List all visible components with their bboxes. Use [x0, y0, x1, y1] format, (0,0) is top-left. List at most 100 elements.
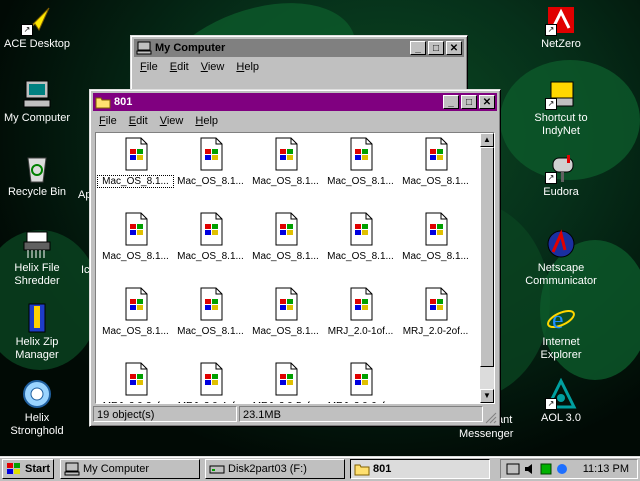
task-button-801[interactable]: 801 [350, 459, 490, 479]
my-computer-icon [64, 462, 80, 476]
file-item[interactable]: Mac_OS_8.1... [323, 137, 398, 187]
menu-help[interactable]: Help [230, 61, 265, 73]
aol-icon: ↗ [545, 377, 577, 410]
file-item[interactable]: Mac_OS_8.1... [98, 287, 173, 337]
file-name: MRJ_2.0-5of... [248, 401, 323, 403]
desktop-icon-ie[interactable]: e Internet Explorer [522, 302, 600, 362]
stronghold-icon [21, 378, 53, 410]
desktop-icon-stronghold[interactable]: Helix Stronghold [0, 378, 76, 438]
menu-help[interactable]: Help [189, 115, 224, 127]
menu-edit[interactable]: Edit [123, 115, 154, 127]
desktop-icon-eudora[interactable]: ↗ Eudora [522, 152, 600, 199]
system-tray: 11:13 PM [500, 459, 638, 479]
desktop: ↗ ACE Desktop My Computer Recycle Bin He… [0, 0, 640, 456]
menu-view[interactable]: View [195, 61, 231, 73]
desktop-icon-aol[interactable]: ↗ AOL 3.0 [522, 377, 600, 425]
desktop-icon-recycle-bin[interactable]: Recycle Bin [0, 152, 76, 199]
vertical-scrollbar[interactable]: ▲ ▼ [480, 133, 494, 403]
file-view[interactable]: Mac_OS_8.1... Mac_OS_8.1... Mac_OS_8.1... M… [95, 132, 495, 404]
desktop-icon-indynet[interactable]: ↗ Shortcut to IndyNet [522, 78, 600, 138]
file-item[interactable]: Mac_OS_8.1... [98, 212, 173, 262]
file-name: Mac_OS_8.1... [402, 176, 469, 187]
file-name: MRJ_2.0-3of... [98, 401, 173, 403]
desktop-icon-netscape[interactable]: Netscape Communicator [522, 228, 600, 288]
file-item[interactable]: Mac_OS_8.1... [97, 137, 174, 188]
installer-file-icon [350, 212, 372, 246]
installer-file-icon [425, 287, 447, 321]
start-button[interactable]: Start [2, 459, 54, 479]
installer-file-icon [125, 137, 147, 171]
folder-icon [95, 97, 111, 109]
file-name: Mac_OS_8.1... [252, 251, 319, 262]
menu-view[interactable]: View [154, 115, 190, 127]
close-button[interactable]: ✕ [479, 95, 495, 109]
start-label: Start [25, 463, 51, 475]
file-item[interactable]: Mac_OS_8.1... [398, 137, 473, 187]
partial-desktop-label: Messenger [459, 428, 514, 440]
close-button[interactable]: ✕ [446, 41, 462, 55]
clock[interactable]: 11:13 PM [583, 463, 629, 475]
file-item[interactable]: Mac_OS_8.1... [173, 137, 248, 187]
file-item[interactable]: MRJ_2.0-2of... [398, 287, 473, 337]
menu-edit[interactable]: Edit [164, 61, 195, 73]
scroll-up-button[interactable]: ▲ [480, 133, 494, 147]
file-name: Mac_OS_8.1... [252, 326, 319, 337]
installer-file-icon [425, 137, 447, 171]
file-item[interactable]: MRJ_2.0-1of... [323, 287, 398, 337]
scroll-thumb[interactable] [480, 147, 494, 367]
task-button-my-computer[interactable]: My Computer [60, 459, 200, 479]
file-item[interactable]: Mac_OS_8.1... [248, 212, 323, 262]
file-item[interactable]: Mac_OS_8.1... [248, 287, 323, 337]
installer-file-icon [125, 362, 147, 396]
installer-file-icon [200, 212, 222, 246]
desktop-icon-netzero[interactable]: ↗ NetZero [522, 4, 600, 51]
network-icon[interactable] [505, 462, 521, 476]
file-item[interactable]: Mac_OS_8.1... [323, 212, 398, 262]
desktop-icon-ace[interactable]: ↗ ACE Desktop [0, 4, 76, 51]
file-name: Mac_OS_8.1... [327, 251, 394, 262]
file-item[interactable]: MRJ_2.0-3of... [98, 362, 173, 403]
task-label: My Computer [83, 463, 150, 475]
installer-file-icon [125, 287, 147, 321]
desktop-icon-label: NetZero [541, 38, 581, 50]
installer-file-icon [350, 287, 372, 321]
file-name: Mac_OS_8.1... [97, 175, 174, 188]
file-item[interactable]: MRJ_2.0-5of... [248, 362, 323, 403]
minimize-button[interactable]: _ [410, 41, 426, 55]
menu-bar: File Edit View Help [93, 112, 497, 130]
maximize-button[interactable]: □ [461, 95, 477, 109]
file-name: Mac_OS_8.1... [327, 176, 394, 187]
installer-file-icon [275, 137, 297, 171]
desktop-icon-zip-manager[interactable]: Helix Zip Manager [0, 302, 76, 362]
installer-file-icon [275, 212, 297, 246]
file-item[interactable]: Mac_OS_8.1... [248, 137, 323, 187]
resize-grip-icon[interactable] [485, 412, 497, 424]
installer-file-icon [200, 137, 222, 171]
window-801[interactable]: 801 _ □ ✕ File Edit View Help Mac_OS_8.1… [89, 89, 501, 427]
messenger-icon[interactable] [555, 462, 569, 476]
desktop-icon-my-computer[interactable]: My Computer [0, 78, 76, 125]
file-item[interactable]: MRJ_2.0-6of... [323, 362, 398, 403]
netzero-icon: ↗ [545, 4, 577, 36]
file-name: MRJ_2.0-2of... [402, 326, 469, 337]
scroll-down-button[interactable]: ▼ [480, 389, 494, 403]
window-title: 801 [114, 96, 133, 108]
file-item[interactable]: Mac_OS_8.1... [173, 212, 248, 262]
task-button-disk2part03[interactable]: Disk2part03 (F:) [205, 459, 345, 479]
maximize-button[interactable]: □ [428, 41, 444, 55]
menu-file[interactable]: File [93, 115, 123, 127]
file-name: Mac_OS_8.1... [102, 251, 169, 262]
file-item[interactable]: MRJ_2.0-4of... [173, 362, 248, 403]
title-bar[interactable]: My Computer _ □ ✕ [134, 39, 464, 57]
minimize-button[interactable]: _ [443, 95, 459, 109]
file-item[interactable]: Mac_OS_8.1... [173, 287, 248, 337]
file-name: Mac_OS_8.1... [177, 326, 244, 337]
file-item[interactable]: Mac_OS_8.1... [398, 212, 473, 262]
menu-file[interactable]: File [134, 61, 164, 73]
desktop-icon-label: Shortcut to IndyNet [534, 112, 588, 137]
desktop-icon-shredder[interactable]: Helix File Shredder [0, 228, 76, 288]
speaker-icon[interactable] [523, 462, 537, 476]
green-cube-icon[interactable] [539, 462, 553, 476]
title-bar[interactable]: 801 _ □ ✕ [93, 93, 497, 111]
ie-icon: e [545, 302, 577, 334]
